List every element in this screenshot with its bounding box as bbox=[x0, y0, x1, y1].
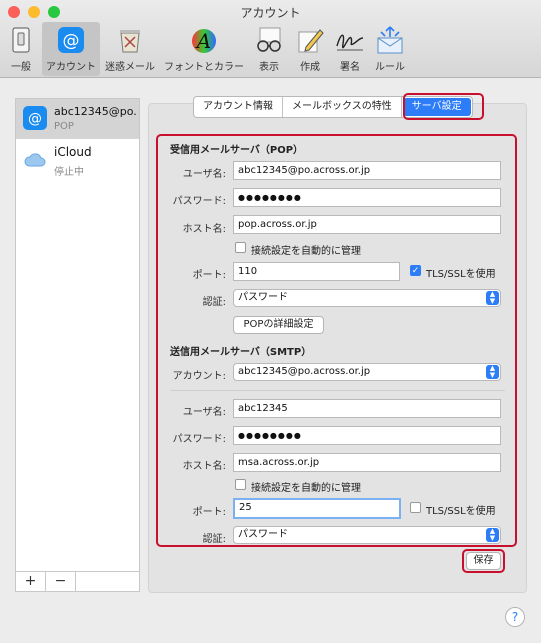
account-name: abc12345@po... bbox=[54, 105, 136, 118]
incoming-tls-label: TLS/SSLを使用 bbox=[426, 269, 496, 280]
toolbar-label: アカウント bbox=[46, 62, 96, 73]
chevron-updown-icon: ▲ ▼ bbox=[486, 528, 499, 542]
toolbar-label: 一般 bbox=[11, 62, 31, 73]
toolbar-label: 迷惑メール bbox=[105, 62, 155, 73]
outgoing-section-title: 送信用メールサーバ（SMTP） bbox=[170, 347, 312, 358]
pen-icon bbox=[298, 29, 324, 53]
font-icon: A bbox=[192, 29, 216, 53]
account-list-footer: + − bbox=[16, 571, 139, 591]
incoming-auth-value: パスワード bbox=[238, 292, 288, 303]
toolbar-compose[interactable]: 作成 bbox=[294, 22, 326, 76]
server-tab-highlight bbox=[403, 93, 484, 120]
account-item-pop[interactable]: @ abc12345@po... POP bbox=[16, 99, 139, 139]
outgoing-account-select[interactable]: abc12345@po.across.or.jp ▲ ▼ bbox=[233, 363, 501, 381]
incoming-host-label: ホスト名: bbox=[182, 224, 226, 235]
incoming-auth-label: 認証: bbox=[202, 297, 226, 308]
outgoing-tls-label: TLS/SSLを使用 bbox=[426, 506, 496, 517]
outgoing-tls-checkbox[interactable] bbox=[410, 502, 421, 513]
signature-icon bbox=[336, 34, 364, 51]
incoming-tls-checkbox[interactable]: ✓ bbox=[410, 265, 421, 276]
incoming-username-field[interactable]: abc12345@po.across.or.jp bbox=[233, 161, 501, 180]
cloud-icon bbox=[23, 148, 47, 172]
outgoing-auto-manage-checkbox[interactable] bbox=[235, 479, 246, 490]
account-item-icloud[interactable]: iCloud 停止中 bbox=[16, 141, 139, 181]
outgoing-host-label: ホスト名: bbox=[182, 461, 226, 472]
save-button[interactable]: 保存 bbox=[466, 552, 501, 570]
toolbar-label: 表示 bbox=[259, 62, 279, 73]
rules-icon bbox=[377, 26, 403, 54]
incoming-port-label: ポート: bbox=[192, 270, 226, 281]
toolbar-label: フォントとカラー bbox=[164, 62, 244, 73]
toolbar-junk[interactable]: 迷惑メール bbox=[104, 22, 156, 76]
svg-text:A: A bbox=[195, 29, 211, 53]
chevron-updown-icon: ▲ ▼ bbox=[486, 365, 499, 379]
outgoing-auth-select[interactable]: パスワード ▲ ▼ bbox=[233, 526, 501, 544]
section-divider bbox=[170, 390, 505, 391]
outgoing-password-field[interactable]: ●●●●●●●● bbox=[233, 426, 501, 445]
outgoing-username-field[interactable]: abc12345 bbox=[233, 399, 501, 418]
toolbar-fonts-colors[interactable]: A フォントとカラー bbox=[160, 22, 248, 76]
toolbar-rules[interactable]: ルール bbox=[372, 22, 408, 76]
outgoing-port-field[interactable]: 25 bbox=[233, 498, 401, 519]
at-icon: @ bbox=[58, 27, 84, 53]
incoming-password-label: パスワード: bbox=[172, 196, 226, 207]
toolbar-label: 署名 bbox=[340, 62, 360, 73]
toolbar-signatures[interactable]: 署名 bbox=[334, 22, 366, 76]
junk-icon bbox=[120, 30, 140, 53]
svg-text:@: @ bbox=[63, 31, 80, 51]
outgoing-auth-label: 認証: bbox=[202, 534, 226, 545]
toolbar-accounts[interactable]: @ アカウント bbox=[42, 22, 100, 76]
svg-text:@: @ bbox=[28, 111, 42, 127]
toolbar-label: 作成 bbox=[300, 62, 320, 73]
title-bar: アカウント 一般 @ アカウント 迷惑メール A フォントとカラー 表示 作成 … bbox=[0, 0, 541, 78]
outgoing-username-label: ユーザ名: bbox=[182, 407, 226, 418]
general-icon bbox=[12, 27, 30, 53]
incoming-password-field[interactable]: ●●●●●●●● bbox=[233, 188, 501, 207]
outgoing-host-field[interactable]: msa.across.or.jp bbox=[233, 453, 501, 472]
account-type: POP bbox=[54, 121, 74, 132]
chevron-updown-icon: ▲ ▼ bbox=[486, 291, 499, 305]
outgoing-auth-value: パスワード bbox=[238, 529, 288, 540]
account-name: iCloud bbox=[54, 145, 92, 159]
outgoing-password-label: パスワード: bbox=[172, 434, 226, 445]
account-status: 停止中 bbox=[54, 167, 84, 178]
help-button[interactable]: ? bbox=[505, 607, 525, 627]
glasses-icon bbox=[257, 27, 281, 52]
tab-account-info[interactable]: アカウント情報 bbox=[194, 97, 283, 117]
account-list: @ abc12345@po... POP iCloud 停止中 + − bbox=[15, 98, 140, 592]
incoming-auto-manage-checkbox[interactable] bbox=[235, 242, 246, 253]
toolbar-label: ルール bbox=[375, 62, 405, 73]
outgoing-port-label: ポート: bbox=[192, 507, 226, 518]
incoming-auto-manage-label: 接続設定を自動的に管理 bbox=[251, 246, 361, 257]
toolbar-view[interactable]: 表示 bbox=[252, 22, 286, 76]
outgoing-account-value: abc12345@po.across.or.jp bbox=[238, 366, 371, 377]
incoming-host-field[interactable]: pop.across.or.jp bbox=[233, 215, 501, 234]
remove-account-button[interactable]: − bbox=[46, 572, 76, 591]
outgoing-auto-manage-label: 接続設定を自動的に管理 bbox=[251, 483, 361, 494]
tab-mailbox-behaviors[interactable]: メールボックスの特性 bbox=[283, 97, 402, 117]
incoming-port-field[interactable]: 110 bbox=[233, 262, 400, 281]
toolbar-general[interactable]: 一般 bbox=[4, 22, 38, 76]
incoming-username-label: ユーザ名: bbox=[182, 169, 226, 180]
incoming-section-title: 受信用メールサーバ（POP） bbox=[170, 145, 304, 156]
at-icon: @ bbox=[23, 106, 47, 130]
outgoing-account-label: アカウント: bbox=[172, 371, 226, 382]
pop-advanced-button[interactable]: POPの詳細設定 bbox=[233, 316, 324, 334]
incoming-auth-select[interactable]: パスワード ▲ ▼ bbox=[233, 289, 501, 307]
window-title: アカウント bbox=[240, 6, 301, 20]
add-account-button[interactable]: + bbox=[16, 572, 46, 591]
